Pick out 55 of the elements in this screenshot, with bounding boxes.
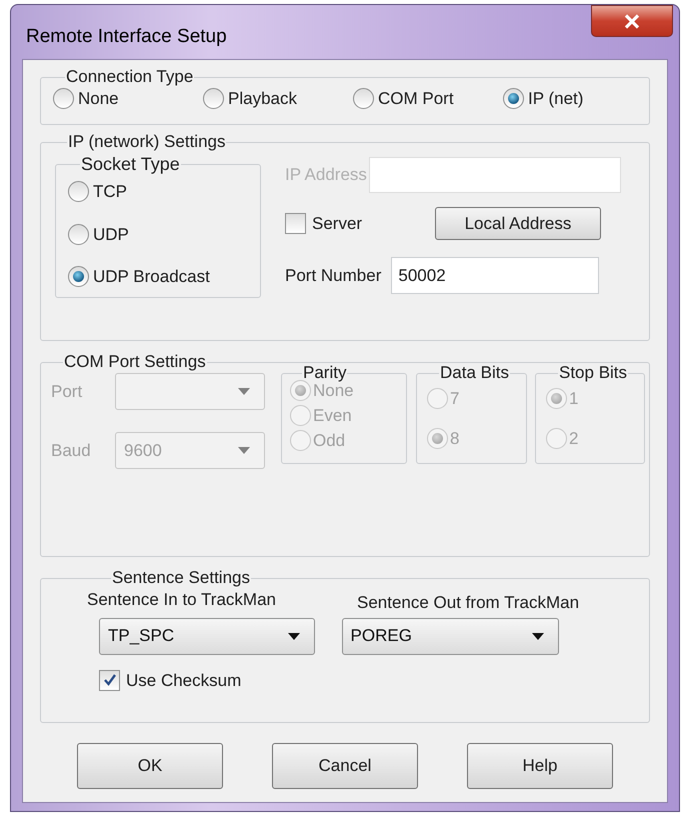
dialog-button[interactable]: Cancel — [272, 743, 418, 789]
dialog-button[interactable]: OK — [77, 743, 223, 789]
radio-label: Odd — [313, 430, 346, 452]
radio-button[interactable] — [68, 224, 89, 245]
radio-label: IP (net) — [528, 88, 584, 110]
radio-label: None — [78, 88, 119, 110]
close-icon — [624, 14, 640, 28]
field-label: Port — [51, 380, 84, 403]
group-title: Parity — [302, 364, 348, 382]
check-icon — [102, 673, 116, 688]
field-label: Sentence In to TrackMan — [87, 589, 276, 611]
dropdown-arrow-icon — [238, 388, 250, 395]
dropdown[interactable]: TP_SPC — [99, 618, 315, 654]
radio-button[interactable] — [353, 88, 374, 110]
dropdown-arrow-icon — [238, 447, 250, 454]
radio-label: UDP Broadcast — [93, 266, 210, 288]
radio-label: COM Port — [378, 88, 454, 110]
checkbox-label: Server — [312, 212, 362, 235]
radio-label: 2 — [569, 428, 578, 450]
checkbox-label: Use Checksum — [126, 670, 242, 692]
field-label: Baud — [51, 440, 92, 462]
radio-label: Even — [313, 405, 352, 427]
field-label: Sentence Out from TrackMan — [357, 592, 580, 614]
ip-address-field[interactable] — [368, 157, 621, 193]
radio-label: 1 — [569, 388, 578, 410]
dialog-button[interactable]: Help — [467, 743, 613, 789]
group-title: Socket Type — [80, 155, 181, 173]
dropdown-arrow-icon — [532, 632, 544, 640]
field-label: IP Address — [285, 164, 367, 186]
radio-button[interactable] — [503, 88, 524, 110]
checkbox[interactable] — [99, 670, 120, 691]
field-label: Port Number — [285, 264, 382, 287]
group-title: IP (network) Settings — [67, 133, 226, 151]
group-title: Data Bits — [439, 364, 510, 382]
checkbox[interactable] — [285, 213, 306, 234]
group-title: Sentence Settings — [111, 569, 251, 587]
radio-button[interactable] — [53, 88, 74, 110]
group-title: COM Port Settings — [63, 353, 207, 371]
port-number-field[interactable]: 50002 — [391, 257, 600, 294]
radio-label: None — [313, 381, 354, 402]
radio-button[interactable] — [68, 181, 89, 202]
radio-label: Playback — [228, 88, 297, 110]
dialog-button[interactable]: Local Address — [435, 207, 601, 240]
group-title: Connection Type — [65, 68, 194, 86]
radio-label: TCP — [93, 181, 127, 203]
dropdown[interactable]: POREG — [342, 618, 559, 654]
radio-label: UDP — [93, 224, 129, 246]
radio-label: 7 — [450, 388, 460, 410]
close-button[interactable] — [591, 5, 673, 37]
radio-label: 8 — [450, 428, 460, 450]
radio-button[interactable] — [68, 266, 89, 288]
window-title: Remote Interface Setup — [26, 25, 227, 49]
radio-button[interactable] — [203, 88, 224, 110]
dropdown-arrow-icon — [288, 632, 300, 640]
group-title: Stop Bits — [558, 364, 628, 382]
